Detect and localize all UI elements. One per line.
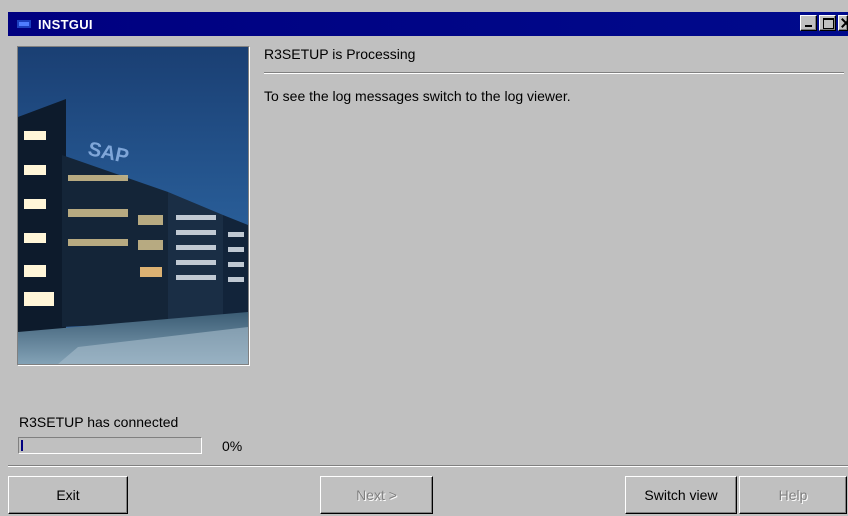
footer-divider: [8, 465, 848, 467]
next-button[interactable]: Next >: [320, 476, 433, 514]
window-controls: [800, 15, 848, 31]
help-button[interactable]: Help: [739, 476, 847, 514]
page-title: R3SETUP is Processing: [264, 46, 416, 62]
close-icon[interactable]: [838, 15, 848, 31]
title-bar[interactable]: INSTGUI: [8, 12, 848, 36]
app-icon: [16, 16, 32, 32]
sap-building-image: SAP: [17, 46, 249, 365]
progress-percent: 0%: [222, 438, 243, 454]
installer-window: INSTGUI SAP R3SETUP is Processing To see…: [0, 0, 848, 516]
exit-button[interactable]: Exit: [8, 476, 128, 514]
maximize-icon[interactable]: [819, 15, 836, 31]
info-message: To see the log messages switch to the lo…: [264, 88, 571, 104]
window-title: INSTGUI: [38, 16, 93, 32]
progress-fill: [21, 440, 23, 451]
switch-view-button[interactable]: Switch view: [625, 476, 737, 514]
heading-divider: [264, 72, 844, 74]
progress-bar: [18, 437, 202, 454]
minimize-icon[interactable]: [800, 15, 817, 31]
status-text: R3SETUP has connected: [19, 414, 179, 430]
